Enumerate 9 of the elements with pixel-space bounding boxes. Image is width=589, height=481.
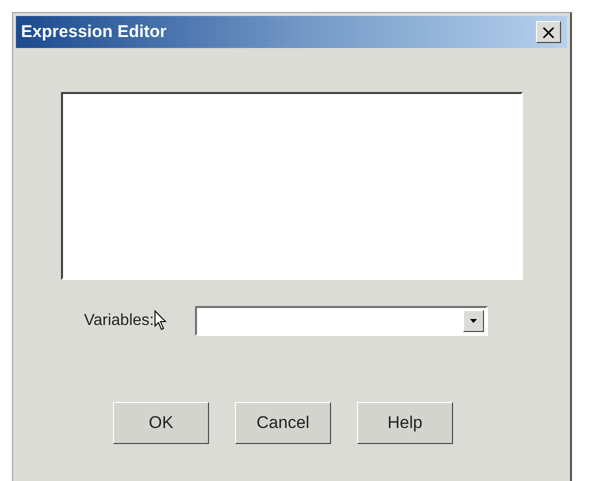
window-title: Expression Editor: [21, 22, 166, 42]
cursor-icon: [154, 310, 167, 331]
dialog-button[interactable]: Help: [357, 402, 453, 444]
dialog-button[interactable]: OK: [113, 402, 209, 444]
close-button[interactable]: ×: [536, 21, 561, 43]
expression-field[interactable]: [61, 92, 523, 280]
dialog-button[interactable]: Cancel: [235, 402, 331, 444]
variables-label: Variables:: [84, 312, 154, 330]
variables-dropdown[interactable]: [194, 306, 488, 336]
